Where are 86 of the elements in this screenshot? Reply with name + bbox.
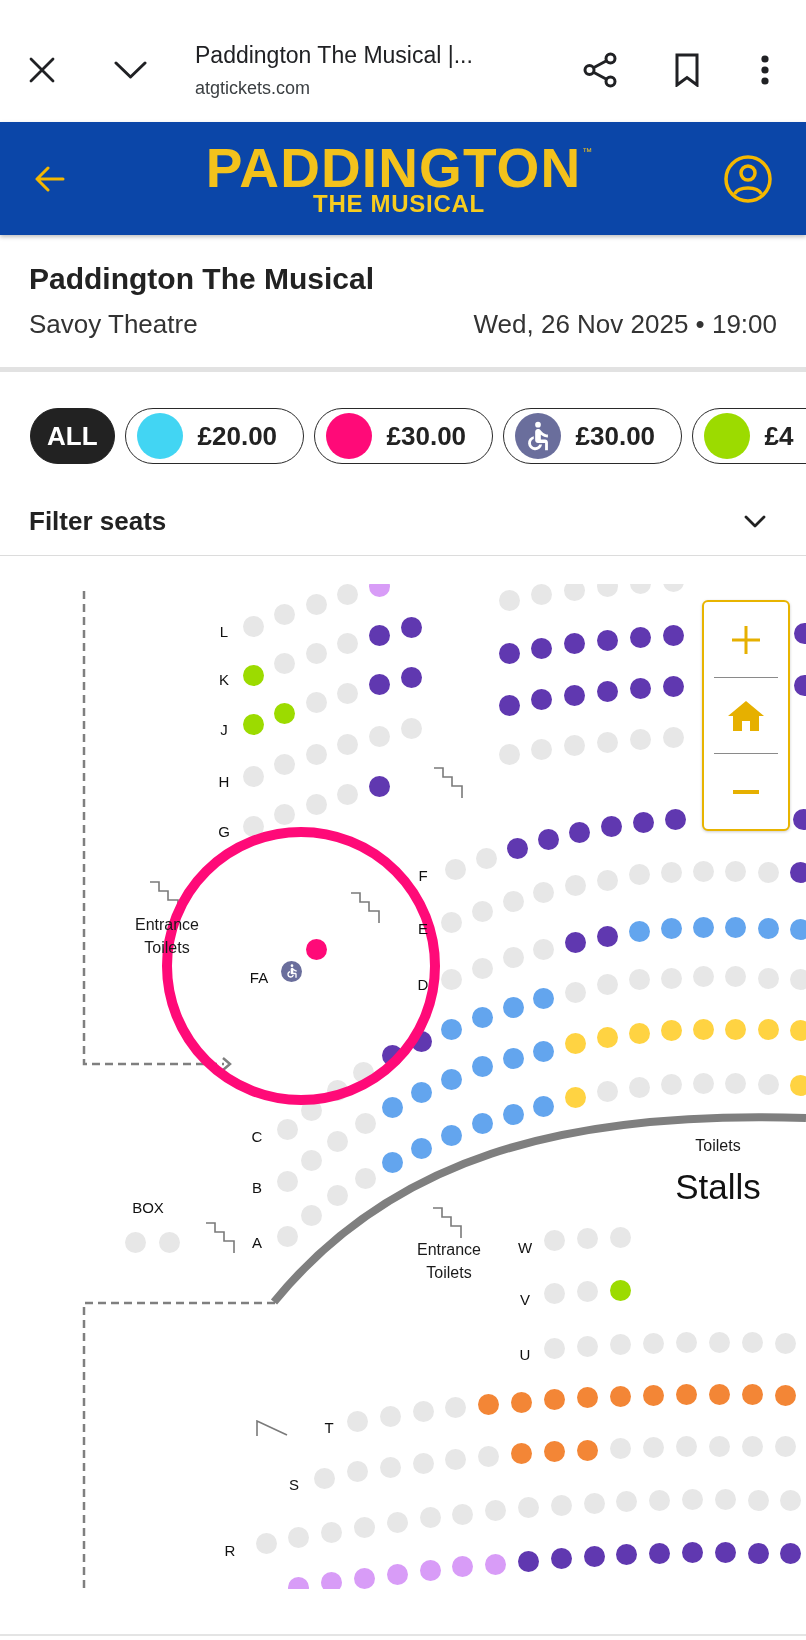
seat-icon[interactable] — [600, 815, 622, 837]
seat-icon[interactable] — [662, 676, 684, 697]
wheelchair-seat-icon[interactable] — [281, 960, 302, 982]
share-icon — [583, 52, 617, 88]
row-label: R — [224, 1542, 236, 1560]
seat-icon[interactable] — [568, 821, 590, 843]
back-arrow-icon — [35, 165, 65, 192]
slope-icon — [256, 1420, 288, 1436]
user-icon — [724, 154, 772, 203]
row-label: U — [519, 1346, 531, 1364]
more-vertical-icon — [761, 55, 769, 85]
amenity-label: Entrance Toilets — [417, 1240, 481, 1283]
seat-icon[interactable] — [662, 624, 684, 646]
row-label: F — [418, 867, 428, 885]
section-label: Stalls — [675, 1167, 761, 1207]
seat-icon[interactable] — [498, 694, 520, 716]
bookmark-icon — [675, 53, 699, 87]
seat-icon[interactable] — [531, 689, 553, 711]
event-title: Paddington The Musical — [29, 261, 375, 297]
seat-icon[interactable] — [531, 637, 553, 659]
plus-icon — [732, 625, 760, 654]
row-label: V — [520, 1291, 530, 1309]
seat-icon[interactable] — [616, 1544, 638, 1565]
seat-icon[interactable] — [368, 775, 390, 797]
seat-icon[interactable] — [517, 1550, 539, 1572]
seat-icon[interactable] — [400, 617, 422, 638]
filter-seats-toggle[interactable]: Filter seats — [0, 488, 806, 556]
seat-icon[interactable] — [596, 925, 618, 947]
row-label: A — [252, 1234, 262, 1252]
seat-icon[interactable] — [583, 1545, 605, 1567]
chevron-down-icon — [113, 61, 147, 79]
seat-icon[interactable] — [789, 861, 806, 883]
seat-icon[interactable] — [368, 624, 390, 646]
seat-icon[interactable] — [550, 1547, 572, 1569]
row-label: D — [417, 976, 429, 994]
row-label: T — [324, 1419, 334, 1437]
row-label: J — [220, 721, 228, 739]
page-title: Paddington The Musical |... — [195, 41, 473, 70]
seat-icon[interactable] — [400, 666, 422, 688]
stairs-icon — [351, 892, 381, 923]
stairs-icon — [434, 767, 464, 798]
seat-icon[interactable] — [368, 674, 390, 695]
seat-icon[interactable] — [596, 681, 618, 703]
row-label: FA — [249, 969, 269, 987]
row-label: K — [219, 671, 229, 689]
price-filter-chip[interactable]: £30.00 — [502, 408, 682, 464]
amenity-label: Toilets — [695, 1135, 741, 1156]
stairs-icon — [433, 1207, 463, 1238]
seat-icon[interactable] — [681, 1542, 703, 1563]
seat-icon[interactable] — [537, 828, 559, 850]
seat-icon[interactable] — [632, 811, 654, 833]
close-icon — [29, 57, 55, 83]
seat-icon[interactable] — [506, 837, 528, 859]
minus-icon — [733, 789, 759, 794]
row-label: H — [218, 773, 230, 791]
stairs-icon — [206, 1222, 236, 1253]
seat-icon[interactable] — [780, 1543, 802, 1564]
seat-icon[interactable] — [714, 1542, 736, 1563]
row-label: G — [218, 823, 230, 841]
seat-icon[interactable] — [596, 629, 618, 651]
seat-icon[interactable] — [629, 626, 651, 648]
price-filter-chip[interactable]: £20.00 — [124, 408, 304, 464]
seat-icon[interactable] — [564, 633, 586, 655]
row-label: L — [219, 623, 229, 641]
seat-icon[interactable] — [242, 815, 264, 837]
price-filter-chip[interactable]: ALL — [30, 408, 115, 464]
seat-icon[interactable] — [664, 809, 686, 831]
seat-icon[interactable] — [305, 938, 327, 960]
page-url: atgtickets.com — [195, 77, 311, 100]
seat-icon[interactable] — [649, 1543, 671, 1564]
event-date: Wed, 26 Nov 2025 • 19:00 — [473, 308, 777, 340]
row-label: S — [289, 1476, 299, 1494]
row-label: B — [252, 1179, 262, 1197]
seat-icon[interactable] — [629, 678, 651, 700]
row-label: C — [251, 1128, 263, 1146]
home-icon — [728, 700, 764, 731]
row-label: W — [517, 1239, 533, 1257]
seat-icon[interactable] — [564, 684, 586, 706]
venue-name: Savoy Theatre — [29, 308, 198, 340]
price-filter-chip[interactable]: £30.00 — [313, 408, 493, 464]
row-label: BOX — [132, 1199, 164, 1217]
seat-icon[interactable] — [564, 931, 586, 953]
trademark-sign: ™ — [582, 147, 593, 157]
price-filter-chip[interactable]: £4 — [691, 408, 806, 464]
seat-icon[interactable] — [747, 1542, 769, 1564]
seat-icon[interactable] — [498, 643, 520, 665]
